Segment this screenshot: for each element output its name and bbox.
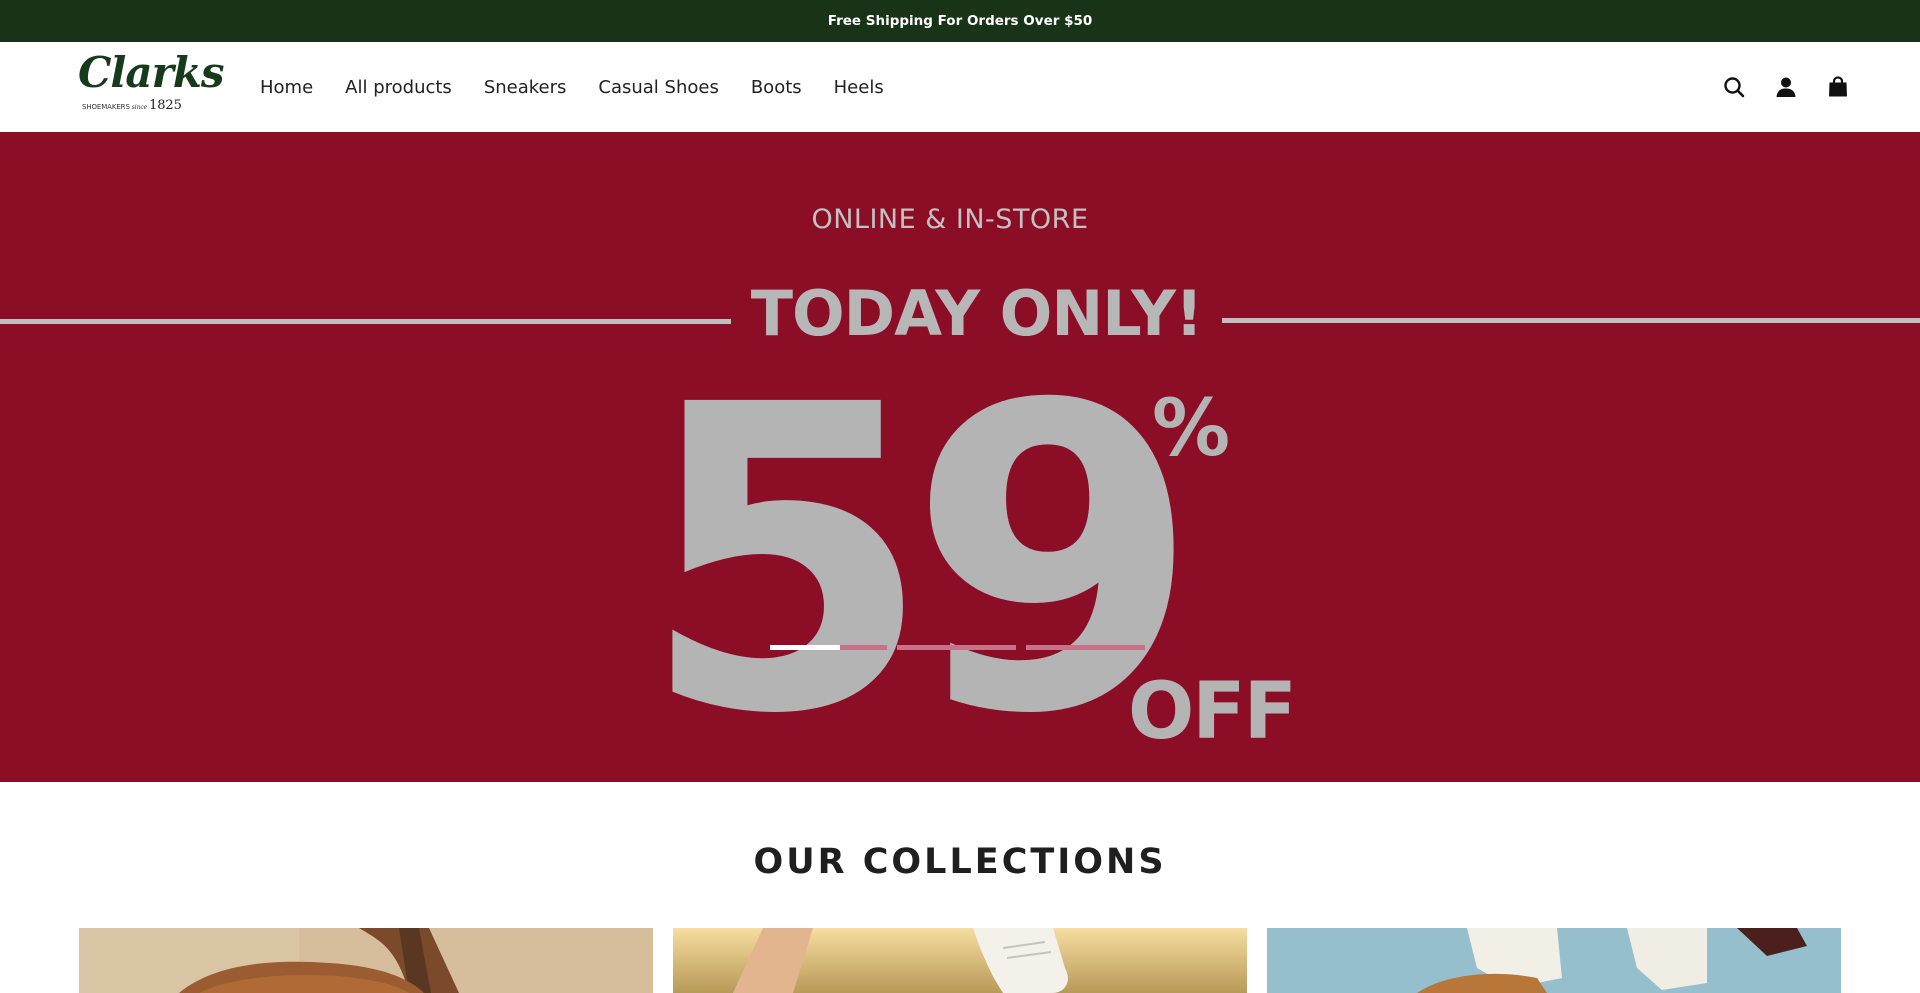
hero-divider-right (1222, 318, 1920, 323)
clarks-logo[interactable]: Clarks SHOEMAKERS since 1825 (78, 52, 224, 114)
collections-title: OUR COLLECTIONS (753, 842, 1167, 882)
hero-eyebrow: ONLINE & IN-STORE (811, 204, 1089, 235)
hero-percent-sign: % (1152, 384, 1231, 474)
collection-image-1 (79, 928, 653, 993)
slide-dot-3[interactable] (897, 645, 1016, 650)
logo-tagline: SHOEMAKERS since 1825 (82, 98, 182, 113)
main-nav: Home All products Sneakers Casual Shoes … (244, 42, 900, 132)
slider-pagination (770, 645, 1145, 650)
header-actions (1720, 42, 1852, 132)
announcement-text: Free Shipping For Orders Over $50 (827, 13, 1093, 29)
slide-dot-1[interactable] (770, 645, 840, 650)
search-icon[interactable] (1720, 73, 1748, 101)
collection-card-loafers[interactable] (79, 928, 653, 993)
nav-home[interactable]: Home (260, 77, 313, 98)
collection-card-casual[interactable] (1267, 928, 1841, 993)
slide-dot-4[interactable] (1026, 645, 1145, 650)
nav-sneakers[interactable]: Sneakers (484, 77, 567, 98)
hero-divider-left (0, 319, 731, 324)
logo-wordmark: Clarks (78, 48, 224, 97)
hero-banner[interactable]: ONLINE & IN-STORE TODAY ONLY! 59 % OFF (0, 132, 1920, 782)
announcement-bar: Free Shipping For Orders Over $50 (0, 0, 1920, 42)
nav-all-products[interactable]: All products (345, 77, 452, 98)
nav-heels[interactable]: Heels (834, 77, 884, 98)
account-icon[interactable] (1772, 73, 1800, 101)
collection-card-sneakers[interactable] (673, 928, 1247, 993)
nav-casual-shoes[interactable]: Casual Shoes (598, 77, 718, 98)
hero-off-label: OFF (1128, 667, 1297, 757)
hero-discount-number: 59 (640, 317, 1200, 782)
collection-image-3 (1267, 928, 1841, 993)
site-header: Clarks SHOEMAKERS since 1825 Home All prod… (0, 42, 1920, 132)
cart-icon[interactable] (1824, 73, 1852, 101)
slide-dot-2[interactable] (840, 645, 887, 650)
nav-boots[interactable]: Boots (751, 77, 802, 98)
collection-image-2 (673, 928, 1247, 993)
